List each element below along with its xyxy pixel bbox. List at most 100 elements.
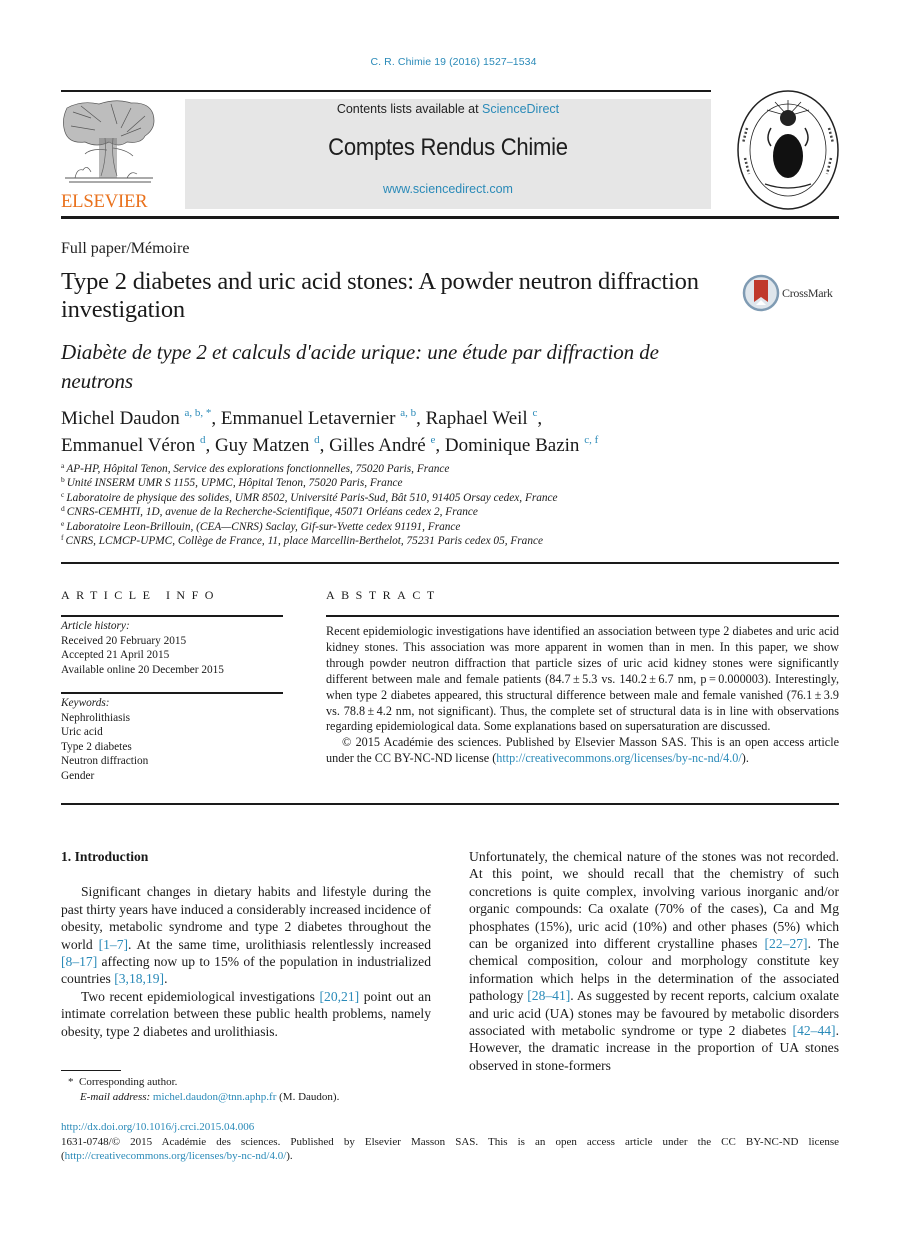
- email-link[interactable]: michel.daudon@tnn.aphp.fr: [153, 1091, 276, 1103]
- email-suffix: (M. Daudon).: [276, 1090, 340, 1103]
- history-online: Available online 20 December 2015: [61, 663, 224, 676]
- affiliation-key: d: [61, 504, 65, 514]
- crossmark-icon: [742, 274, 780, 312]
- article-info-label: ARTICLE INFO: [61, 588, 220, 602]
- journal-reference[interactable]: C. R. Chimie 19 (2016) 1527–1534: [0, 56, 907, 68]
- citation-link[interactable]: [20,21]: [320, 989, 360, 1004]
- history-accepted: Accepted 21 April 2015: [61, 649, 170, 661]
- article-info-rule: [61, 615, 283, 617]
- keyword: Nephrolithiasis: [61, 711, 131, 724]
- article-title: Type 2 diabetes and uric acid stones: A …: [61, 268, 699, 323]
- license-link[interactable]: http://creativecommons.org/licenses/by-n…: [496, 751, 742, 765]
- elsevier-wordmark: ELSEVIER: [61, 191, 148, 212]
- author-name[interactable]: Emmanuel Véron: [61, 435, 200, 456]
- citation-link[interactable]: [42–44]: [793, 1023, 836, 1038]
- keywords: Keywords: Nephrolithiasis Uric acid Type…: [61, 696, 281, 783]
- footer-license-link[interactable]: http://creativecommons.org/licenses/by-n…: [65, 1150, 287, 1162]
- citation-link[interactable]: [3,18,19]: [114, 971, 164, 986]
- footnote: * Corresponding author. E-mail address: …: [68, 1075, 339, 1104]
- author-separator: ,: [416, 408, 426, 429]
- citation-link[interactable]: [1–7]: [99, 937, 128, 952]
- journal-masthead: Contents lists available at ScienceDirec…: [185, 99, 711, 209]
- affiliation-item: e Laboratoire Leon-Brillouin, (CEA—CNRS) …: [61, 518, 661, 534]
- citation-link[interactable]: [28–41]: [527, 988, 570, 1003]
- author-name[interactable]: Gilles André: [329, 435, 430, 456]
- footer-suffix: ).: [286, 1150, 293, 1162]
- abstract-rule: [326, 615, 839, 617]
- elsevier-tree-icon: [63, 100, 155, 183]
- page-footer: http://dx.doi.org/10.1016/j.crci.2015.04…: [61, 1120, 839, 1164]
- author-name[interactable]: Guy Matzen: [215, 435, 314, 456]
- academie-des-sciences-seal-icon[interactable]: [735, 88, 841, 212]
- author-separator: ,: [211, 408, 221, 429]
- left-paragraphs: Significant changes in dietary habits an…: [61, 883, 431, 1040]
- author-affiliation-marker[interactable]: a, b: [400, 407, 416, 419]
- abstract-label: ABSTRACT: [326, 588, 441, 602]
- crossmark-button[interactable]: CrossMark: [742, 274, 833, 312]
- affiliation-item: b Unité INSERM UMR S 1155, UPMC, Hôpital …: [61, 476, 661, 490]
- abstract-text: Recent epidemiologic investigations have…: [326, 624, 839, 734]
- sciencedirect-link[interactable]: ScienceDirect: [482, 102, 559, 116]
- copyright-suffix: ).: [741, 751, 749, 766]
- corresponding-author-text: Corresponding author.: [79, 1076, 178, 1088]
- footer-copyright: 1631-0748/© 2015 Académie des sciences. …: [61, 1135, 839, 1164]
- footnote-rule: [61, 1070, 121, 1071]
- affiliations-rule: [61, 562, 839, 564]
- affiliation-key: b: [61, 475, 65, 485]
- affiliation-text: AP-HP, Hôpital Tenon, Service des explor…: [66, 463, 450, 475]
- section-heading-introduction: 1. Introduction: [61, 849, 149, 864]
- article-history: Article history: Received 20 February 20…: [61, 619, 281, 677]
- affiliation-text: CNRS-CEMHTI, 1D, avenue de la Recherche-…: [66, 506, 478, 519]
- affiliation-item: f CNRS, LCMCP-UPMC, Collège de France, 11…: [61, 534, 661, 548]
- journal-url-link[interactable]: www.sciencedirect.com: [383, 182, 513, 196]
- contents-prefix: Contents lists available at: [336, 102, 483, 116]
- footnote-star: *: [68, 1076, 74, 1088]
- affiliation-text: Unité INSERM UMR S 1155, UPMC, Hôpital T…: [66, 477, 403, 490]
- header-bottom-rule: [61, 216, 839, 219]
- crossmark-label: CrossMark: [782, 285, 833, 300]
- french-title: Diabète de type 2 et calculs d'acide uri…: [61, 340, 659, 393]
- affiliation-list: a AP-HP, Hôpital Tenon, Service des explo…: [61, 462, 661, 548]
- citation-link[interactable]: [22–27]: [765, 936, 808, 951]
- affiliation-item: c Laboratoire de physique des solides, UM…: [61, 491, 661, 505]
- author-name[interactable]: Raphael Weil: [426, 408, 533, 429]
- citation-link[interactable]: [8–17]: [61, 954, 97, 969]
- author-separator: ,: [319, 435, 330, 456]
- keyword: Type 2 diabetes: [61, 740, 132, 753]
- body-column-right: Unfortunately, the chemical nature of th…: [469, 848, 839, 1074]
- author-name[interactable]: Dominique Bazin: [445, 435, 584, 456]
- author-affiliation-marker[interactable]: a, b, *: [184, 407, 211, 419]
- affiliation-key: c: [61, 489, 65, 499]
- abstract: Recent epidemiologic investigations have…: [326, 624, 839, 767]
- article-type: Full paper/Mémoire: [61, 240, 190, 257]
- affiliation-text: CNRS, LCMCP-UPMC, Collège de France, 11,…: [65, 535, 544, 548]
- author-separator: ,: [537, 408, 543, 429]
- author-affiliation-marker[interactable]: c, f: [584, 434, 598, 446]
- right-paragraphs: Unfortunately, the chemical nature of th…: [469, 848, 839, 1074]
- doi-link[interactable]: http://dx.doi.org/10.1016/j.crci.2015.04…: [61, 1121, 254, 1133]
- affiliation-item: d CNRS-CEMHTI, 1D, avenue de la Recherche…: [61, 505, 661, 519]
- keywords-heading: Keywords:: [61, 697, 110, 709]
- abstract-bottom-rule: [61, 803, 839, 805]
- elsevier-logo[interactable]: ELSEVIER: [61, 98, 161, 212]
- keyword: Neutron diffraction: [61, 755, 149, 767]
- affiliation-key: a: [61, 461, 65, 470]
- keywords-rule: [61, 692, 283, 694]
- author-separator: ,: [205, 435, 215, 456]
- body-paragraph: Significant changes in dietary habits an…: [61, 884, 431, 987]
- keyword: Gender: [61, 769, 95, 782]
- abstract-copyright: © 2015 Académie des sciences. Published …: [326, 735, 839, 767]
- body-paragraph: Unfortunately, the chemical nature of th…: [469, 849, 839, 1073]
- affiliation-text: Laboratoire Leon-Brillouin, (CEA—CNRS) S…: [66, 520, 461, 533]
- history-received: Received 20 February 2015: [61, 634, 187, 647]
- history-heading: Article history:: [61, 620, 130, 632]
- body-column-left: 1. Introduction Significant changes in d…: [61, 848, 431, 1040]
- affiliation-key: f: [61, 533, 64, 543]
- affiliation-text: Laboratoire de physique des solides, UMR…: [66, 491, 558, 504]
- author-name[interactable]: Emmanuel Letavernier: [221, 408, 400, 429]
- affiliation-key: e: [61, 518, 65, 528]
- contents-available-line: Contents lists available at ScienceDirec…: [185, 102, 711, 116]
- email-label: E-mail address:: [80, 1090, 151, 1103]
- author-name[interactable]: Michel Daudon: [61, 408, 184, 429]
- header-top-rule: [61, 90, 711, 92]
